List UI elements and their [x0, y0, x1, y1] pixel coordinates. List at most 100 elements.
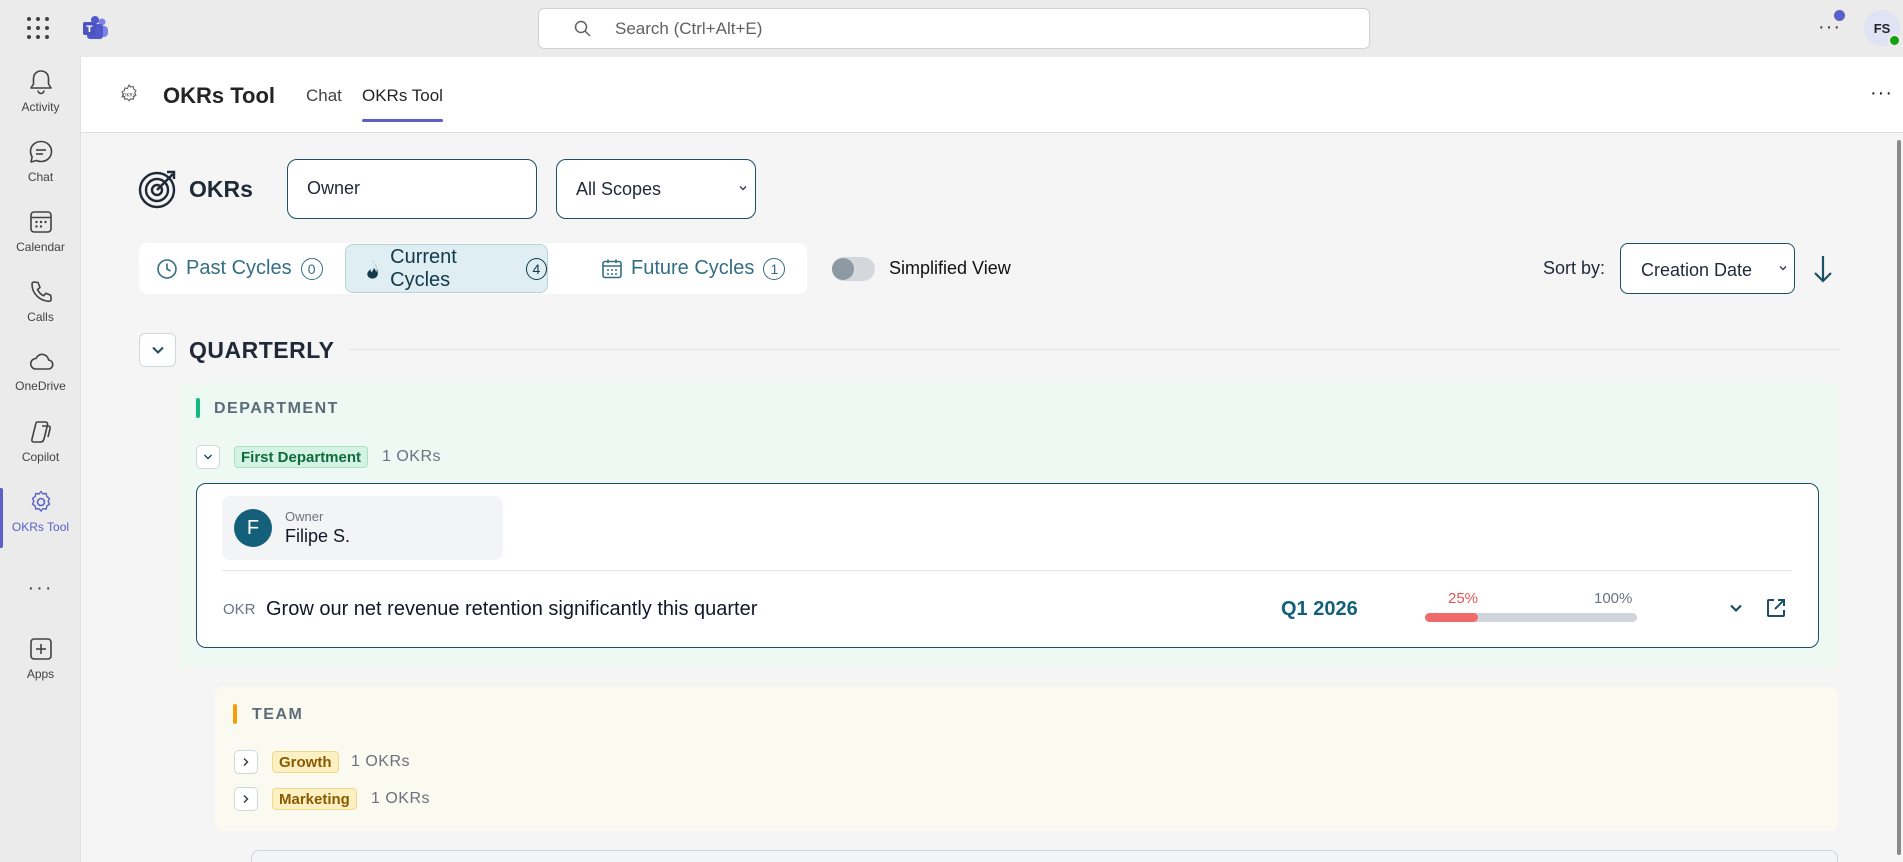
section-accent-bar	[233, 704, 237, 724]
rail-label: OneDrive	[15, 379, 66, 393]
tab-chat[interactable]: Chat	[306, 86, 342, 106]
open-external-icon[interactable]	[1765, 597, 1787, 619]
section-accent-bar	[196, 398, 200, 418]
simplified-view-toggle[interactable]	[832, 257, 875, 281]
fire-icon	[367, 259, 378, 279]
tab-future-cycles[interactable]: Future Cycles 1	[601, 244, 786, 293]
divider	[349, 349, 1840, 350]
okrs-tool-logo-icon: OKRs	[121, 83, 137, 102]
tab-label: Past Cycles	[186, 257, 292, 279]
copilot-icon	[30, 421, 51, 443]
chevron-down-icon	[203, 454, 213, 460]
calendar-icon	[602, 259, 622, 278]
unit-tag[interactable]: Marketing	[272, 788, 357, 810]
quarterly-collapse-button[interactable]	[139, 333, 176, 367]
sort-label: Sort by:	[1543, 258, 1606, 278]
tab-label: Current Cycles	[390, 245, 457, 291]
rail-item-onedrive[interactable]: OneDrive	[0, 349, 81, 415]
toggle-knob	[832, 258, 854, 280]
header-more-icon[interactable]: ···	[1870, 82, 1893, 105]
search-box[interactable]	[538, 8, 1370, 49]
phone-icon	[30, 281, 52, 303]
divider	[222, 570, 1792, 571]
presence-available-icon	[1888, 34, 1901, 47]
scrollbar[interactable]	[1897, 140, 1901, 855]
tab-count: 1	[763, 257, 786, 280]
tab-count: 0	[300, 257, 323, 280]
notification-badge	[1834, 10, 1845, 21]
okr-title[interactable]: Grow our net revenue retention significa…	[266, 598, 757, 621]
tab-okrs-tool[interactable]: OKRs Tool	[362, 86, 443, 122]
okr-period: Q1 2026	[1281, 598, 1358, 620]
rail-label: Chat	[27, 170, 54, 184]
rail-label: Activity	[21, 100, 60, 114]
rail-item-apps[interactable]: Apps	[0, 635, 81, 701]
rail-item-copilot[interactable]: Copilot	[0, 418, 81, 484]
search-icon	[574, 20, 591, 37]
cloud-icon	[29, 353, 54, 370]
sort-select[interactable]: Creation Date	[1620, 243, 1795, 294]
simplified-view-label: Simplified View	[889, 258, 1011, 278]
progress-max: 100%	[1594, 590, 1633, 607]
expand-unit-button[interactable]	[234, 750, 258, 774]
tab-past-cycles[interactable]: Past Cycles 0	[156, 244, 323, 293]
unit-okr-count: 1 OKRs	[351, 753, 411, 770]
rail-item-calls[interactable]: Calls	[0, 278, 81, 344]
owner-name: Filipe S.	[285, 526, 351, 546]
section-label: TEAM	[252, 706, 304, 723]
expand-unit-button[interactable]	[234, 787, 258, 811]
team-section: TEAM Growth 1 OKRs Marketing 1 OKRs	[215, 687, 1838, 831]
sort-select-value: Creation Date	[1641, 260, 1753, 280]
rail-label: Copilot	[21, 450, 60, 464]
add-app-icon	[29, 638, 52, 660]
scope-select[interactable]: All Scopes	[556, 159, 756, 219]
top-bar: T ··· FS	[0, 0, 1903, 57]
tab-label: Future Cycles	[631, 257, 755, 279]
owner-role: Owner	[285, 509, 324, 524]
rail-item-activity[interactable]: Activity	[0, 68, 81, 134]
rail-item-chat[interactable]: Chat	[0, 138, 81, 204]
app-header: OKRs OKRs Tool Chat OKRs Tool ···	[81, 57, 1903, 133]
clock-icon	[157, 258, 177, 279]
owner-input[interactable]	[307, 178, 517, 199]
user-avatar[interactable]: FS	[1864, 10, 1901, 47]
rail-label: Calendar	[16, 240, 65, 254]
unit-tag[interactable]: Growth	[272, 751, 339, 773]
progress-fill	[1425, 613, 1478, 622]
okr-type: OKR	[223, 601, 256, 618]
owner-chip: F Owner Filipe S.	[222, 496, 503, 560]
unit-tag[interactable]: First Department	[234, 446, 369, 468]
rail-label: Apps	[26, 667, 55, 681]
rail-label: Calls	[27, 310, 54, 324]
progress-current: 25%	[1448, 590, 1479, 607]
okrs-heading: OKRs	[189, 176, 253, 202]
cycle-tabs: Past Cycles 0 Current Cycles 4 Future Cy…	[139, 243, 807, 294]
chevron-right-icon	[243, 757, 249, 767]
scope-select-value: All Scopes	[576, 179, 662, 199]
okr-card[interactable]: F Owner Filipe S. OKR Grow our net reven…	[196, 483, 1819, 648]
chevron-down-icon	[739, 186, 747, 191]
rail-item-okrs-tool[interactable]: OKRs Tool	[0, 488, 81, 554]
chevron-down-icon	[151, 346, 164, 354]
next-section-edge	[251, 850, 1838, 862]
gear-icon	[31, 490, 50, 512]
chevron-down-icon[interactable]	[1727, 599, 1745, 617]
expand-unit-button[interactable]	[196, 445, 220, 469]
group-title: QUARTERLY	[189, 337, 335, 363]
search-input[interactable]	[615, 17, 1215, 41]
rail-label: OKRs Tool	[11, 520, 70, 534]
app-title: OKRs Tool	[163, 83, 276, 108]
svg-text:T: T	[86, 25, 93, 35]
owner-filter[interactable]	[287, 159, 537, 219]
app-launcher-icon[interactable]	[27, 17, 49, 39]
rail-item-calendar[interactable]: Calendar	[0, 208, 81, 274]
sort-direction-arrow-down-icon[interactable]	[1812, 253, 1834, 285]
calendar-icon	[29, 211, 52, 233]
rail-more-apps-icon[interactable]: ···	[0, 577, 81, 607]
bell-icon	[29, 70, 52, 95]
tab-current-cycles[interactable]: Current Cycles 4	[345, 244, 548, 293]
app-rail: Activity Chat Calendar Calls OneDrive Co…	[0, 57, 81, 862]
teams-logo-icon: T	[83, 16, 108, 39]
owner-avatar: F	[234, 509, 272, 547]
user-initials: FS	[1873, 20, 1891, 36]
